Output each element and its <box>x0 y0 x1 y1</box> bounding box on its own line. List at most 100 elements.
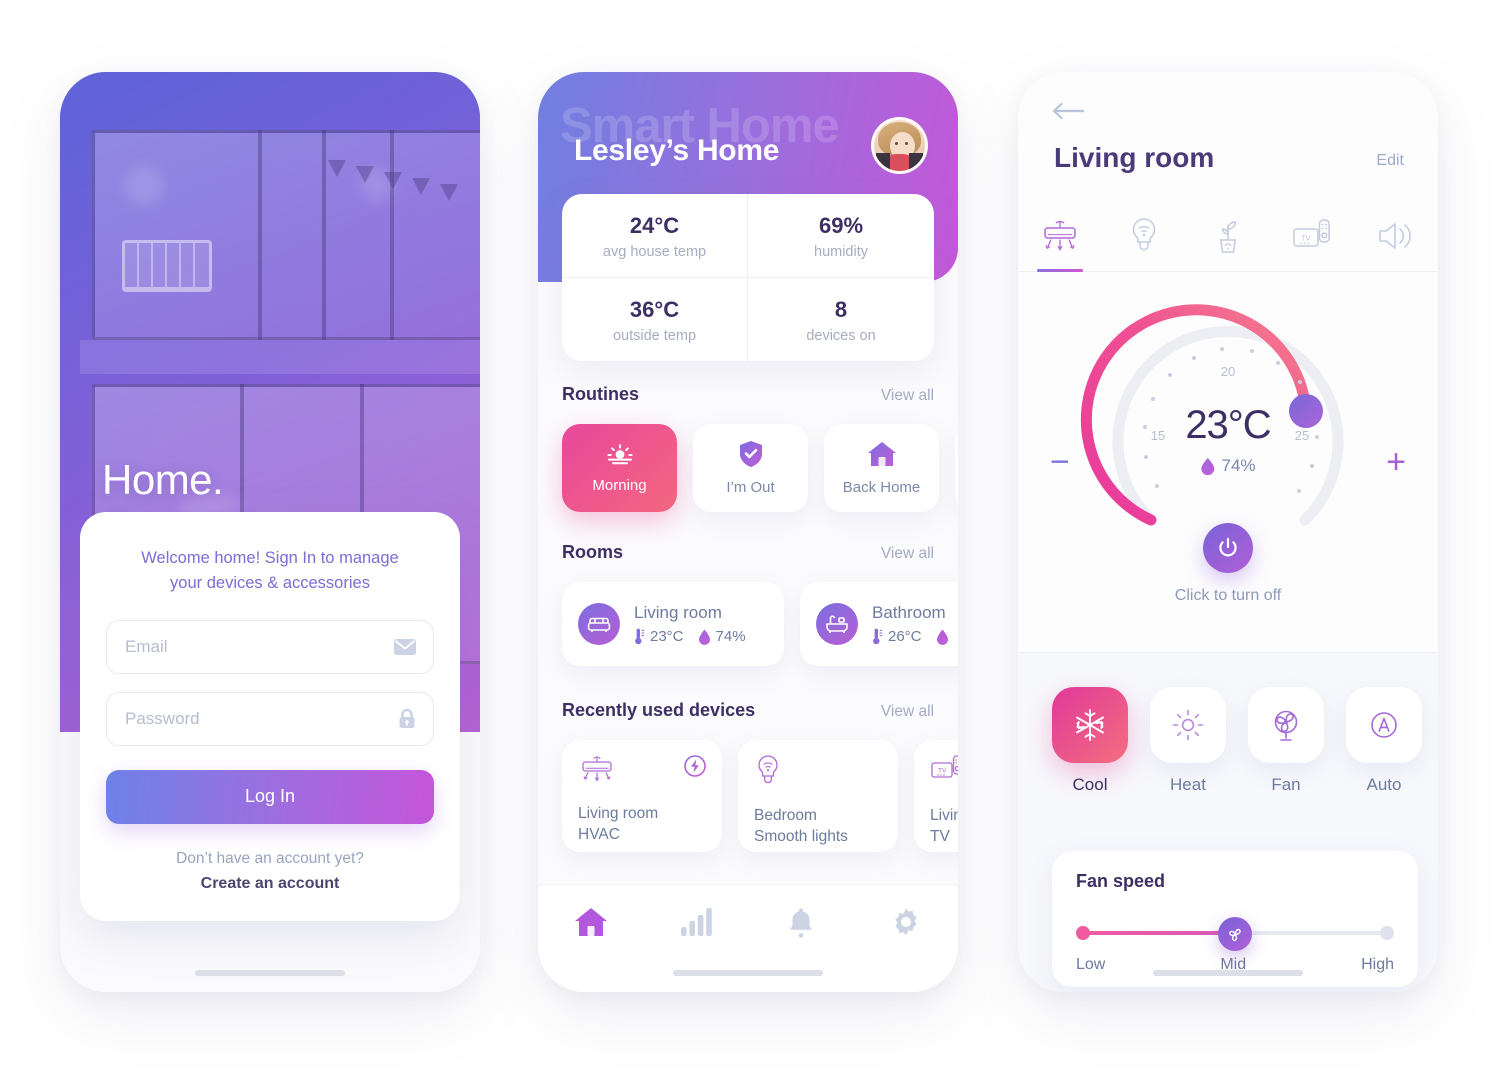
house-icon <box>867 441 897 473</box>
stat-item: 8 devices on <box>748 278 934 361</box>
fan-speed-high[interactable]: High <box>1361 956 1394 974</box>
bolt-icon <box>684 755 706 782</box>
device-room: Living room <box>578 805 659 822</box>
slider-knob[interactable] <box>1218 917 1252 951</box>
rooms-section-header: Rooms View all <box>562 542 934 563</box>
room-temp-value: 26°C <box>888 628 922 645</box>
routines-list[interactable]: Morning I’m Out Back Home <box>562 424 958 512</box>
devices-view-all[interactable]: View all <box>881 703 934 721</box>
mode-auto[interactable]: Auto <box>1346 687 1422 795</box>
home-indicator <box>195 970 345 976</box>
device-tab-hvac[interactable] <box>1018 200 1102 272</box>
routine-label: Back Home <box>842 478 921 496</box>
mode-fan[interactable]: Fan <box>1248 687 1324 795</box>
device-tab-speaker[interactable] <box>1354 200 1438 271</box>
room-controls-panel: Cool Heat Fan Auto Fan speed Low Mid Hig… <box>1018 652 1438 992</box>
routine-extra[interactable] <box>955 424 958 512</box>
slider-stop-high[interactable] <box>1380 926 1394 940</box>
email-field[interactable]: Email <box>106 619 434 674</box>
room-humidity-value: 74% <box>715 628 746 645</box>
fan-speed-low[interactable]: Low <box>1076 956 1105 974</box>
screens-stage: Home. Smart Home Welcome home! Sign In t… <box>0 0 1500 1071</box>
mode-label: Auto <box>1366 775 1402 794</box>
snowflake-icon <box>1076 709 1104 741</box>
routine-im-out[interactable]: I’m Out <box>693 424 808 512</box>
device-tab-lights[interactable] <box>1102 200 1186 271</box>
signup-area: Don’t have an account yet? Create an acc… <box>106 850 434 893</box>
edit-button[interactable]: Edit <box>1376 152 1404 170</box>
routine-morning[interactable]: Morning <box>562 424 677 512</box>
tab-stats[interactable] <box>643 907 748 937</box>
welcome-line1: Welcome home! Sign In to manage <box>141 549 399 567</box>
room-info: Living room 23°C 74% <box>634 603 746 645</box>
mode-label: Fan <box>1271 775 1301 794</box>
fan-icon <box>1274 710 1298 741</box>
device-tab-plant[interactable] <box>1186 200 1270 271</box>
mode-heat[interactable]: Heat <box>1150 687 1226 795</box>
welcome-message: Welcome home! Sign In to manage your dev… <box>106 546 434 596</box>
device-card-tv[interactable]: TV Living TV <box>914 740 958 852</box>
room-temp-value: 23°C <box>650 628 684 645</box>
tab-settings[interactable] <box>853 907 958 937</box>
stat-value: 24°C <box>629 213 680 238</box>
thermometer-icon <box>635 628 645 645</box>
room-humidity: 74% <box>698 628 746 645</box>
fan-speed-panel: Fan speed Low Mid High <box>1052 851 1418 987</box>
stats-bars-icon <box>680 908 712 936</box>
avatar[interactable] <box>871 117 928 174</box>
device-name: TV <box>930 828 950 846</box>
section-title: Routines <box>562 384 640 404</box>
routines-view-all[interactable]: View all <box>881 387 934 405</box>
login-button[interactable]: Log In <box>106 769 434 824</box>
hero-title-line1: Home. <box>102 455 224 503</box>
droplet-icon <box>936 629 948 645</box>
room-card-bathroom[interactable]: Bathroom 26°C <box>800 582 958 666</box>
dial-tick-15: 15 <box>1151 428 1165 443</box>
decrease-temp-button[interactable]: − <box>1050 443 1070 482</box>
power-button[interactable] <box>1203 523 1253 573</box>
create-account-link[interactable]: Create an account <box>106 875 434 893</box>
stat-item: 69% humidity <box>748 194 934 278</box>
mode-cool[interactable]: Cool <box>1052 687 1128 795</box>
password-field[interactable]: Password <box>106 691 434 746</box>
droplet-icon <box>698 629 710 645</box>
room-top-panel: Living room Edit TV 20 15 25 23°C 74% − … <box>1018 72 1438 652</box>
device-card-lights[interactable]: Bedroom Smooth lights <box>738 740 898 852</box>
home-icon <box>574 908 607 936</box>
bulb-wifi-icon <box>754 755 782 790</box>
room-card-living-room[interactable]: Living room 23°C 74% <box>562 582 784 666</box>
temperature-dial[interactable]: 20 15 25 23°C 74% − + Click to turn off <box>1018 277 1438 604</box>
device-tab-tv[interactable]: TV <box>1270 200 1354 271</box>
sofa-icon <box>578 603 620 645</box>
fan-speed-slider[interactable] <box>1076 917 1394 951</box>
dial-temperature: 23°C <box>1185 403 1271 447</box>
login-card: Welcome home! Sign In to manage your dev… <box>80 512 460 921</box>
device-card-hvac[interactable]: Living room HVAC <box>562 740 722 852</box>
sunrise-icon <box>605 442 635 471</box>
dial-readout: 23°C 74% <box>1185 403 1272 476</box>
stat-value: 69% <box>818 213 864 238</box>
bell-icon <box>789 908 812 938</box>
arrow-left-icon[interactable] <box>1052 102 1085 125</box>
stats-card: 24°C avg house temp 69% humidity 36°C ou… <box>562 194 934 361</box>
slider-stop-low[interactable] <box>1076 926 1090 940</box>
home-title: Lesley’s Home <box>574 134 780 167</box>
stat-label: outside temp <box>612 328 697 344</box>
rooms-view-all[interactable]: View all <box>881 545 934 563</box>
room-name: Bathroom <box>872 603 946 622</box>
stat-label: humidity <box>814 244 868 260</box>
tv-remote-icon: TV <box>930 755 958 790</box>
increase-temp-button[interactable]: + <box>1386 443 1406 482</box>
tab-notifications[interactable] <box>748 907 853 939</box>
email-placeholder: Email <box>125 636 168 656</box>
section-title: Rooms <box>562 542 624 562</box>
signup-question: Don’t have an account yet? <box>176 849 364 867</box>
routines-section-header: Routines View all <box>562 384 934 405</box>
devices-list[interactable]: Living room HVAC Bedroom Smooth lights T… <box>562 740 958 852</box>
routine-back-home[interactable]: Back Home <box>824 424 939 512</box>
power-icon <box>1219 537 1237 557</box>
stat-item: 24°C avg house temp <box>562 194 748 278</box>
tab-home[interactable] <box>538 907 643 938</box>
rooms-list[interactable]: Living room 23°C 74% Bathroom 26°C <box>562 582 958 666</box>
svg-text:TV: TV <box>938 768 947 775</box>
